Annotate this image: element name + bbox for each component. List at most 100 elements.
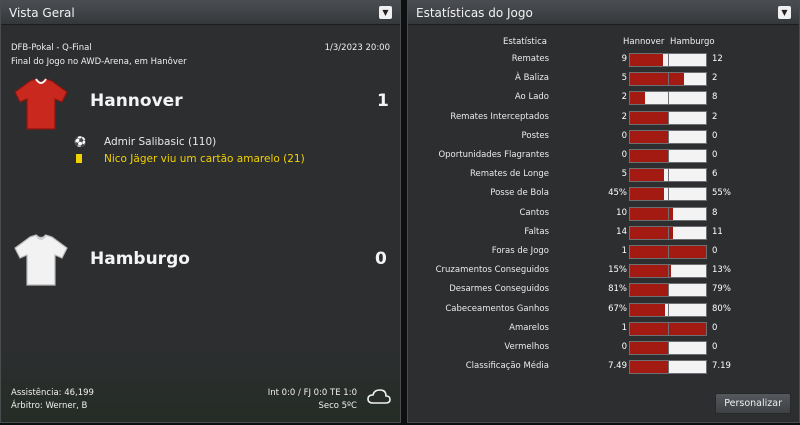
stat-label: À Baliza (515, 73, 549, 84)
match-datetime: 1/3/2023 20:00 (324, 43, 390, 53)
stat-row: Oportunidades Flagrantes 0 0 (408, 147, 799, 166)
stat-away-value: 79% (712, 284, 731, 295)
stat-home-value: 0 (621, 342, 627, 352)
stat-comparison-bar (629, 225, 707, 240)
stat-bar-midline (668, 188, 669, 201)
stat-away-value: 0 (712, 150, 718, 160)
stat-bar-midline (668, 226, 669, 239)
event-goal: Admir Salibasic (110) (104, 136, 217, 148)
stat-home-bar-fill (630, 92, 646, 105)
stat-comparison-bar (629, 341, 707, 355)
stat-home-bar-fill (630, 73, 684, 86)
stat-home-value: 81% (608, 284, 627, 295)
stat-label: Classificação Média (465, 361, 549, 372)
customize-button[interactable]: Personalizar (715, 393, 791, 414)
overview-title: Vista Geral (9, 5, 75, 20)
chevron-down-icon: ▼ (781, 7, 788, 17)
stat-home-bar-fill (630, 188, 665, 201)
home-team-name[interactable]: Hannover (90, 91, 183, 111)
stat-away-value: 6 (712, 169, 718, 180)
stat-bar-midline (668, 303, 669, 316)
stat-bar-midline (668, 265, 669, 278)
attendance-label: Assistência: 46,199 (11, 388, 94, 398)
stat-away-value: 0 (712, 342, 718, 352)
stat-away-value: 55% (712, 188, 731, 199)
stat-row: Remates 9 12 (408, 51, 799, 70)
away-score: 0 (375, 249, 387, 269)
stat-comparison-bar (629, 149, 707, 163)
stat-bar-midline (668, 150, 669, 162)
stat-bar-midline (668, 73, 669, 86)
stats-title: Estatísticas do Jogo (416, 5, 533, 20)
stats-titlebar: Estatísticas do Jogo ▼ (408, 1, 799, 25)
stat-label: Cantos (519, 207, 550, 218)
stat-comparison-bar (629, 360, 707, 375)
stat-bar-midline (668, 322, 669, 335)
stat-home-value: 5 (621, 73, 627, 84)
stat-home-bar-fill (630, 226, 673, 239)
stat-label: Remates de Longe (469, 169, 549, 180)
stat-home-value: 0 (621, 150, 627, 160)
stat-row: Cruzamentos Conseguidos 15% 13% (408, 262, 799, 281)
stat-label: Remates Interceptados (450, 111, 549, 122)
stat-comparison-bar (629, 168, 707, 183)
stat-label: Amarelos (509, 322, 549, 333)
overview-panel: Vista Geral ▼ DFB-Pokal - Q-Final 1/3/20… (0, 0, 401, 423)
stats-away-team: Hamburgo (670, 37, 715, 47)
stat-home-value: 1 (621, 246, 627, 256)
stat-row: Classificação Média 7.49 7.19 (408, 358, 799, 377)
stat-label: Cruzamentos Conseguidos (435, 265, 549, 276)
stat-label: Remates (511, 54, 549, 64)
venue-label: Final do Jogo no AWD-Arena, em Hanôver (11, 57, 187, 67)
away-shirt-icon (12, 234, 70, 292)
stat-bar-midline (668, 246, 669, 258)
stat-row: Remates Interceptados 2 2 (408, 109, 799, 128)
stat-away-value: 8 (712, 92, 718, 103)
stats-panel: Estatísticas do Jogo ▼ Estatística Hanno… (407, 0, 800, 423)
stat-bar-midline (668, 54, 669, 66)
stat-row: Cantos 10 8 (408, 205, 799, 224)
stat-comparison-bar (629, 321, 707, 336)
overview-menu-button[interactable]: ▼ (379, 6, 392, 19)
stat-home-value: 2 (621, 111, 627, 122)
stats-header-label: Estatística (502, 37, 547, 47)
stat-bar-midline (668, 207, 669, 220)
stat-bar-midline (668, 130, 669, 143)
stat-away-value: 13% (712, 265, 731, 276)
stat-away-value: 12 (712, 54, 723, 64)
stat-away-value: 0 (712, 246, 718, 256)
stat-comparison-bar (629, 245, 707, 259)
stat-label: Vermelhos (504, 342, 549, 352)
home-shirt-icon (12, 78, 70, 136)
stat-bar-midline (668, 284, 669, 297)
stat-comparison-bar (629, 206, 707, 221)
stat-home-bar-fill (630, 303, 665, 316)
stat-home-value: 15% (608, 265, 627, 276)
halftime-score: Int 0:0 / FJ 0:0 TE 1:0 (267, 388, 357, 398)
stat-label: Foras de Jogo (491, 246, 549, 256)
stats-menu-button[interactable]: ▼ (778, 6, 791, 19)
stat-label: Oportunidades Flagrantes (438, 150, 549, 160)
competition-label: DFB-Pokal - Q-Final (11, 43, 92, 53)
stat-home-bar-fill (630, 54, 663, 66)
stat-home-value: 2 (621, 92, 627, 103)
stat-bar-midline (668, 92, 669, 105)
stat-comparison-bar (629, 302, 707, 317)
stat-bar-midline (668, 361, 669, 374)
stat-bar-midline (668, 111, 669, 124)
stat-label: Desarmes Conseguidos (449, 284, 549, 295)
away-team-name[interactable]: Hamburgo (90, 249, 190, 269)
stat-home-value: 45% (608, 188, 627, 199)
stat-row: Vermelhos 0 0 (408, 339, 799, 358)
stat-away-value: 2 (712, 73, 718, 84)
stat-home-value: 0 (621, 130, 627, 141)
stat-row: Foras de Jogo 1 0 (408, 243, 799, 262)
stat-away-value: 7.19 (712, 361, 731, 372)
stat-comparison-bar (629, 187, 707, 202)
stat-bar-midline (668, 169, 669, 182)
weather-label: Seco 5ºC (318, 401, 357, 411)
stat-home-value: 10 (616, 207, 627, 218)
referee-label: Árbitro: Werner, B (11, 401, 88, 411)
stat-home-value: 1 (621, 322, 627, 333)
stat-comparison-bar (629, 110, 707, 125)
